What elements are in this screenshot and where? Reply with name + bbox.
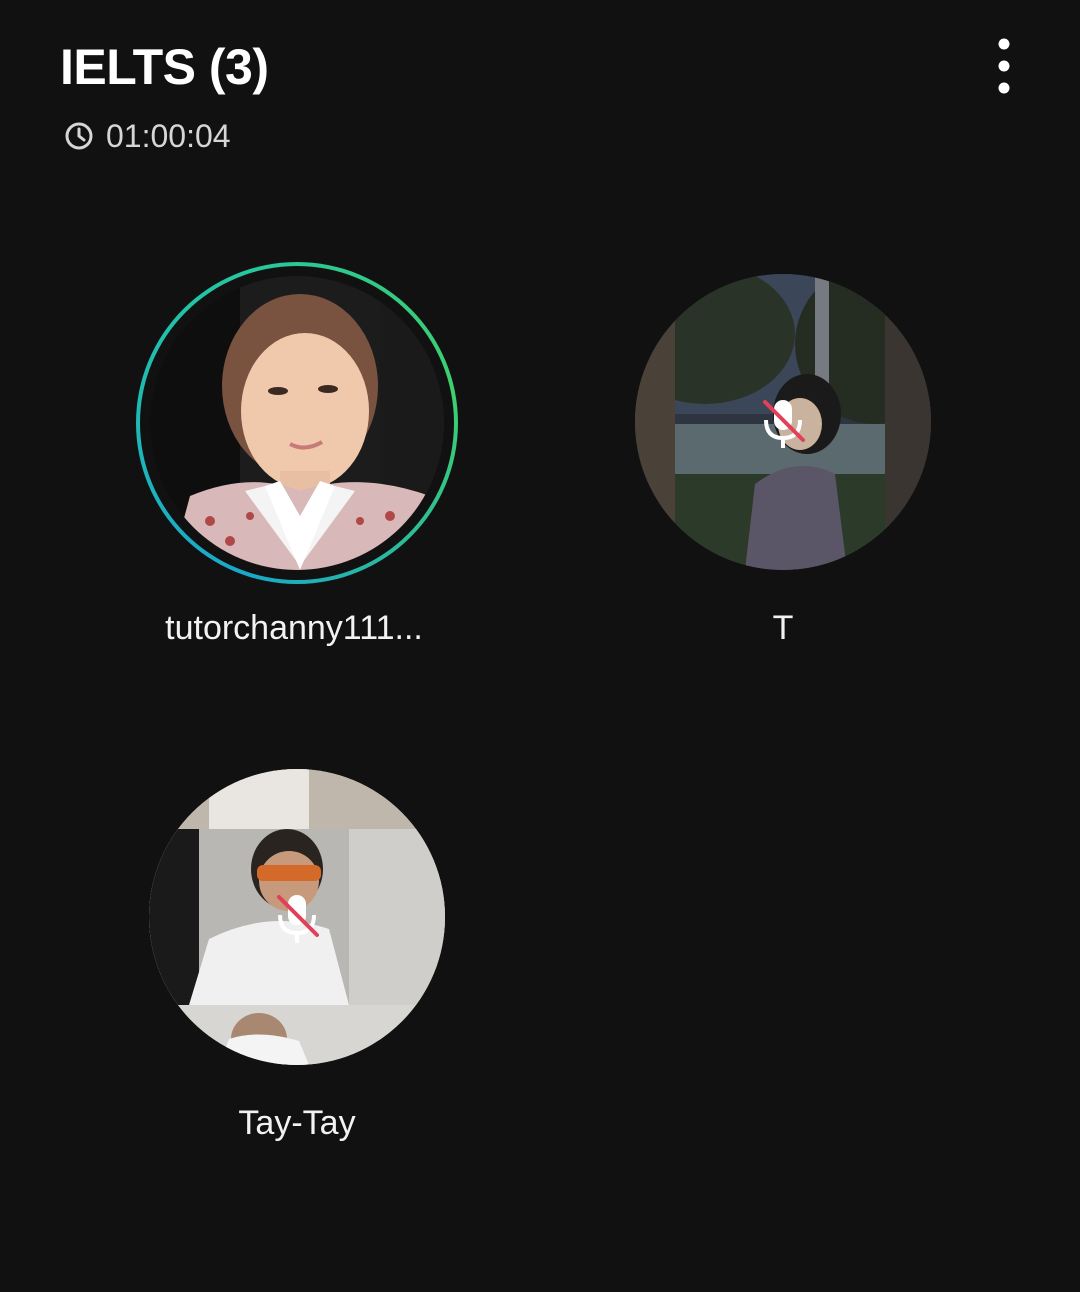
call-timer: 01:00:04 [64, 116, 231, 156]
participant-name: T [772, 609, 794, 647]
more-vertical-icon [994, 36, 1014, 101]
participant-tile[interactable]: T [573, 262, 993, 662]
participant-name: Tay-Tay [238, 1104, 356, 1142]
mic-off-icon [267, 887, 327, 947]
room-title: IELTS (3) [60, 39, 269, 95]
participant-tile[interactable]: Tay-Tay [87, 757, 507, 1157]
participant-tile[interactable]: tutorchanny111... [87, 262, 507, 662]
more-options-button[interactable] [978, 36, 1030, 100]
mic-off-icon [753, 392, 813, 452]
avatar [150, 276, 444, 570]
participant-name: tutorchanny111... [165, 609, 423, 647]
speaking-ring [136, 262, 458, 584]
timer-value: 01:00:04 [106, 118, 231, 154]
clock-icon [64, 121, 94, 151]
